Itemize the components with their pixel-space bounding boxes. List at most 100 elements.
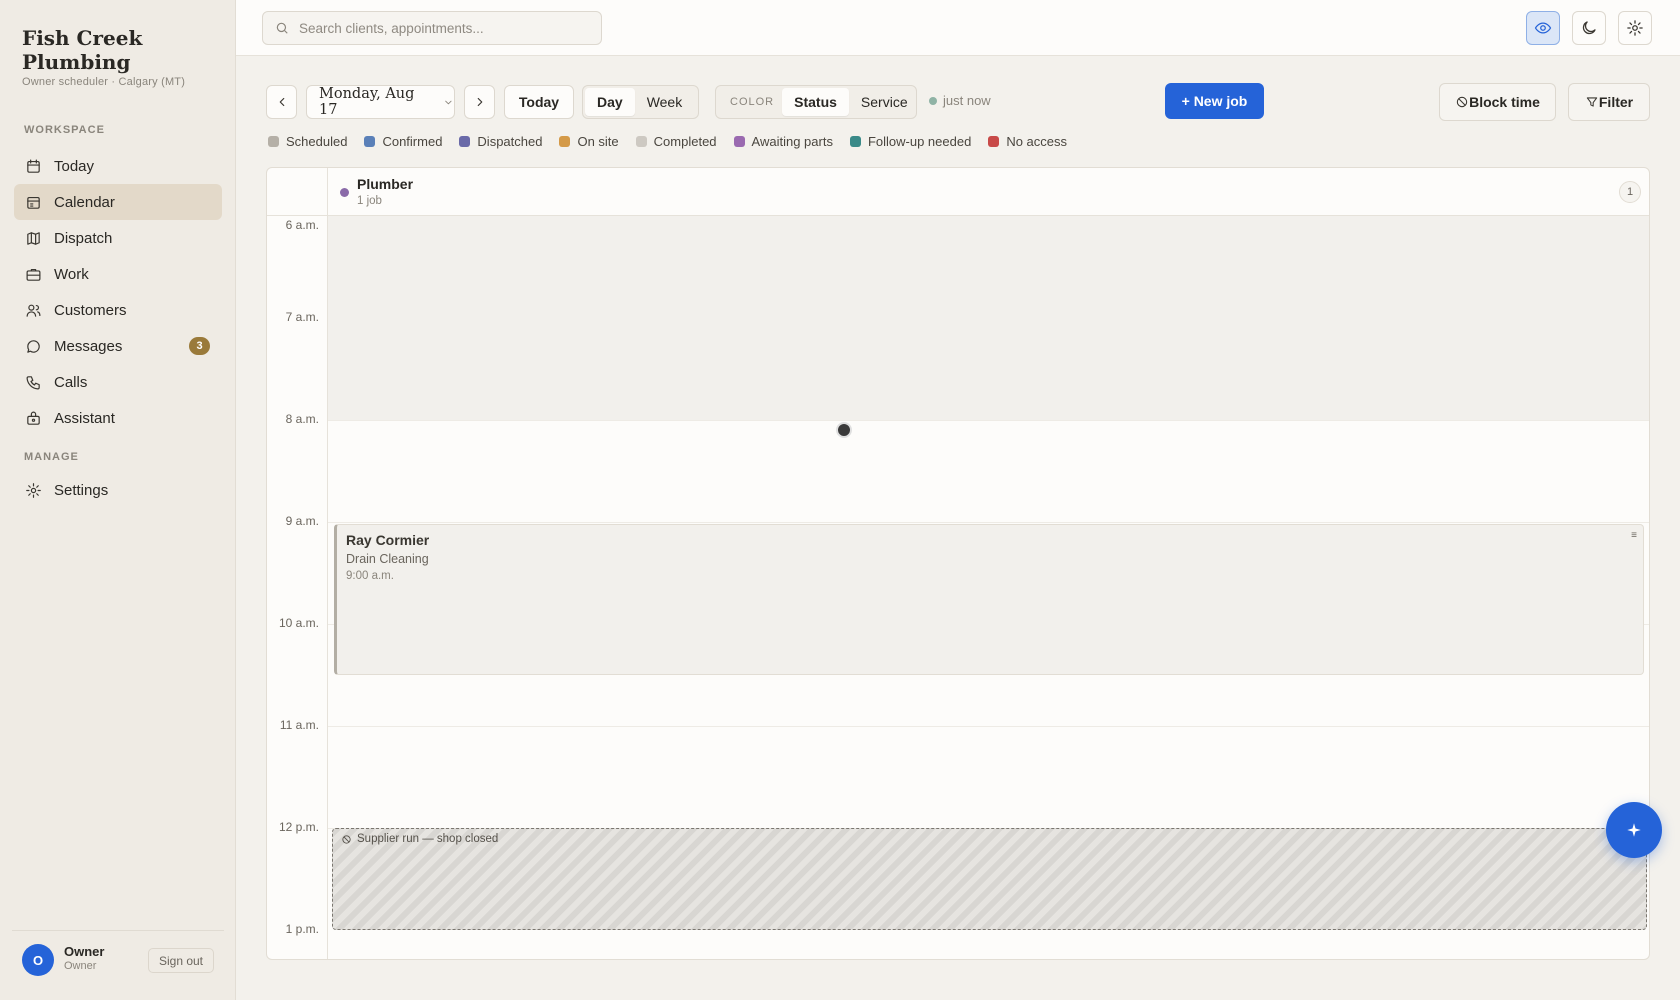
hour-label: 10 a.m. (278, 616, 319, 630)
user-role: Owner (64, 960, 97, 972)
date-picker[interactable]: Monday, Aug 17 (306, 85, 455, 119)
avatar[interactable]: O (22, 944, 54, 976)
legend-label: Completed (653, 134, 717, 149)
sidebar-item-messages[interactable]: Messages 3 (14, 328, 222, 364)
preview-toggle-button[interactable] (1526, 11, 1560, 45)
search-input[interactable]: Search clients, appointments... (262, 11, 602, 45)
legend-item: Follow-up needed (849, 134, 971, 149)
legend-label: Scheduled (286, 134, 348, 149)
brand-name: Fish Creek Plumbing (22, 26, 143, 74)
hour-label: 6 a.m. (285, 218, 319, 232)
calendar-grid-icon (24, 193, 42, 211)
block-icon (342, 834, 351, 844)
color-status-tab[interactable]: Status (782, 88, 849, 116)
legend-item: No access (988, 134, 1067, 149)
legend-item: Awaiting parts (733, 134, 833, 149)
legend-item: Confirmed (364, 134, 442, 149)
search-icon (276, 22, 288, 34)
sidebar: Fish Creek Plumbing Owner scheduler · Ca… (0, 0, 236, 1000)
color-service-tab[interactable]: Service (849, 88, 920, 116)
color-mode-label: COLOR (730, 96, 775, 108)
bot-icon (24, 409, 42, 427)
manage-section-label: MANAGE (24, 451, 79, 463)
gear-icon (24, 481, 42, 499)
sidebar-item-settings[interactable]: Settings (14, 472, 222, 508)
sidebar-item-label: Dispatch (54, 229, 113, 247)
column-color-dot (340, 188, 349, 197)
hour-label: 11 a.m. (279, 718, 319, 732)
brand-subtitle: Owner scheduler · Calgary (MT) (22, 76, 186, 88)
column-subtitle: 1 job (357, 195, 382, 207)
legend-label: No access (1006, 134, 1068, 149)
cursor-indicator (836, 422, 852, 438)
notes-icon: ≡ (1631, 530, 1637, 541)
legend-label: Confirmed (382, 134, 443, 149)
legend-item: Completed (635, 134, 717, 149)
assistant-fab-button[interactable] (1606, 802, 1662, 858)
sidebar-item-dispatch[interactable]: Dispatch (14, 220, 222, 256)
hour-line (327, 522, 1649, 523)
legend-label: Dispatched (477, 134, 543, 149)
filter-label: Filter (1598, 94, 1634, 110)
sidebar-item-customers[interactable]: Customers (14, 292, 222, 328)
blocked-time-text: Supplier run — shop closed (357, 833, 499, 845)
workspace-section-label: WORKSPACE (24, 124, 105, 136)
hour-label: 7 a.m. (285, 310, 319, 324)
sidebar-item-assistant[interactable]: Assistant (14, 400, 222, 436)
next-day-button[interactable] (464, 85, 495, 119)
off-hours-region (328, 216, 1649, 420)
block-time-button[interactable]: Block time (1439, 83, 1556, 121)
hour-line (327, 726, 1649, 727)
new-job-button[interactable]: + New job (1165, 83, 1264, 119)
sidebar-item-label: Assistant (54, 409, 115, 427)
today-button[interactable]: Today (504, 85, 574, 119)
view-week-tab[interactable]: Week (635, 88, 695, 116)
sparkle-icon (1627, 823, 1641, 837)
view-day-tab[interactable]: Day (585, 88, 635, 116)
search-placeholder: Search clients, appointments... (299, 20, 484, 36)
legend-swatch (459, 136, 471, 147)
sidebar-item-calls[interactable]: Calls (14, 364, 222, 400)
dark-mode-button[interactable] (1572, 11, 1606, 45)
current-date: Monday, Aug 17 (319, 86, 415, 118)
time-gutter-divider (327, 168, 328, 959)
legend-swatch (733, 136, 745, 147)
messages-count-badge: 3 (189, 337, 210, 355)
legend-item: Scheduled (268, 134, 347, 149)
blocked-time-block[interactable]: Supplier run — shop closed (332, 828, 1647, 930)
block-time-label: Block time (1469, 94, 1540, 110)
hour-label: 8 a.m. (285, 412, 319, 426)
sidebar-item-calendar[interactable]: Calendar (14, 184, 222, 220)
sign-out-button[interactable]: Sign out (148, 948, 214, 973)
phone-icon (24, 373, 42, 391)
job-card[interactable]: Ray Cormier Drain Cleaning 9:00 a.m. ≡ (334, 524, 1644, 675)
map-icon (24, 229, 42, 247)
settings-button[interactable] (1618, 11, 1652, 45)
prev-day-button[interactable] (266, 85, 297, 119)
view-switcher: Day Week (582, 85, 699, 119)
sidebar-item-label: Settings (54, 481, 109, 499)
legend-swatch (988, 136, 1000, 147)
calendar-column-header: Plumber 1 job 1 (267, 168, 1649, 216)
sidebar-item-today[interactable]: Today (14, 148, 222, 184)
legend-swatch (559, 136, 571, 147)
day-calendar: Plumber 1 job 1 6 a.m. 7 a.m. 8 a.m. 9 a… (266, 167, 1650, 960)
user-name: Owner (64, 944, 105, 959)
sidebar-item-label: Today (54, 157, 95, 175)
filter-button[interactable]: Filter (1568, 83, 1650, 121)
hour-label: 12 p.m. (278, 820, 319, 834)
column-title[interactable]: Plumber (357, 176, 413, 192)
status-legend: Scheduled Confirmed Dispatched On site C… (268, 134, 1084, 149)
block-icon (1456, 96, 1468, 108)
color-mode-switcher: COLOR Status Service (715, 85, 917, 119)
hour-line (327, 420, 1649, 421)
top-bar: Search clients, appointments... (236, 0, 1680, 56)
column-count-badge: 1 (1619, 181, 1641, 203)
gear-icon (1627, 20, 1643, 36)
sidebar-item-label: Calls (54, 373, 88, 391)
chat-icon (24, 337, 42, 355)
hour-label: 1 p.m. (285, 922, 319, 936)
filter-icon (1586, 97, 1598, 107)
sidebar-item-work[interactable]: Work (14, 256, 222, 292)
job-service: Drain Cleaning (346, 552, 429, 566)
